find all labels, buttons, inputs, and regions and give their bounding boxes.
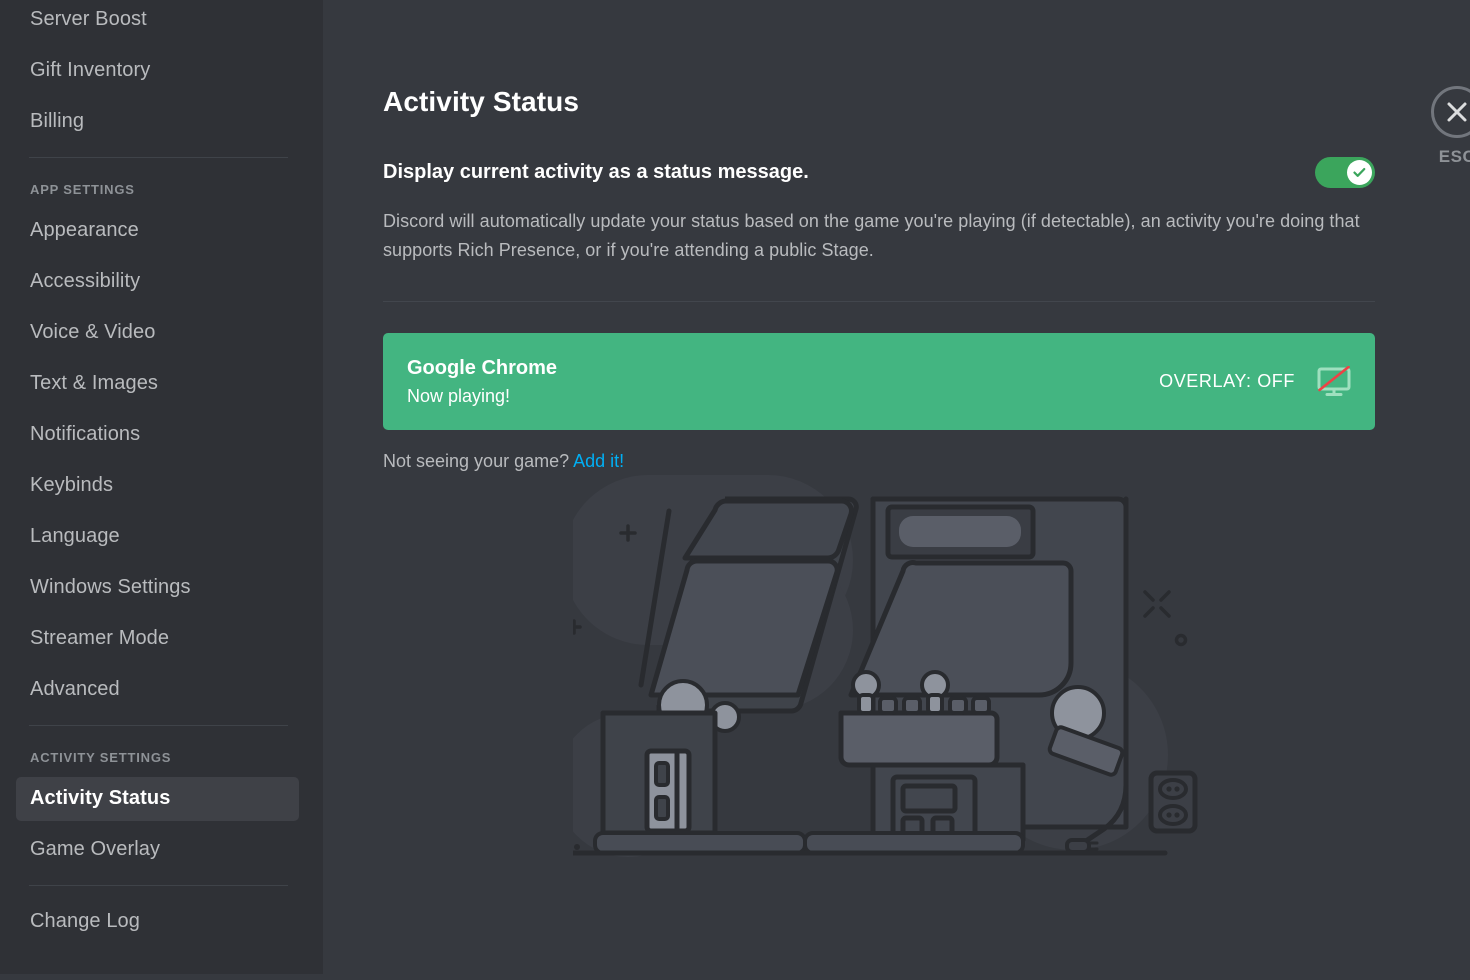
check-icon	[1353, 168, 1366, 177]
overlay-toggle[interactable]: OVERLAY: OFF	[1159, 365, 1351, 398]
sidebar-item-billing[interactable]: Billing	[0, 96, 323, 147]
activity-status-description: Discord will automatically update your s…	[383, 211, 1360, 260]
overlay-label: OVERLAY: OFF	[1159, 371, 1295, 391]
sidebar-item-label: Accessibility	[30, 270, 141, 292]
sidebar-item-label: Voice & Video	[30, 321, 156, 343]
close-settings-button[interactable]: ESC	[1421, 86, 1470, 167]
add-game-row: Not seeing your game? Add it!	[383, 451, 1470, 472]
sidebar-item-label: Keybinds	[30, 474, 114, 496]
close-icon[interactable]	[1431, 86, 1470, 138]
game-info: Google Chrome Now playing!	[407, 356, 557, 408]
settings-sidebar[interactable]: Server Boost Gift Inventory Billing APP SET…	[0, 0, 323, 974]
sidebar-item-label: Billing	[30, 110, 85, 132]
esc-label: ESC	[1438, 147, 1470, 166]
sidebar-group-header: ACTIVITY SETTINGS	[30, 750, 172, 765]
sidebar-item-server-boost[interactable]: Server Boost	[0, 0, 323, 45]
detected-game-card[interactable]: Google Chrome Now playing! OVERLAY: OFF	[383, 333, 1375, 430]
game-name: Google Chrome	[407, 356, 558, 379]
sidebar-item-change-log[interactable]: Change Log	[0, 896, 323, 947]
sidebar-item-label: Change Log	[30, 910, 140, 932]
add-game-prompt: Not seeing your game?	[383, 451, 570, 471]
sidebar-item-label: Streamer Mode	[30, 627, 170, 649]
sidebar-item-notifications[interactable]: Notifications	[0, 409, 323, 460]
arcade-cabinets-illustration	[556, 455, 1213, 875]
sidebar-item-activity-status[interactable]: Activity Status	[0, 773, 323, 824]
sidebar-item-text-images[interactable]: Text & Images	[0, 358, 323, 409]
sidebar-item-label: Windows Settings	[30, 576, 191, 598]
sidebar-item-gift-inventory[interactable]: Gift Inventory	[0, 45, 323, 96]
sidebar-item-label: Gift Inventory	[30, 59, 151, 81]
sidebar-item-label: Language	[30, 525, 120, 547]
page-title: Activity Status	[383, 86, 579, 117]
display-activity-toggle[interactable]	[1315, 157, 1375, 188]
sidebar-item-label: Activity Status	[16, 776, 299, 821]
sidebar-divider	[29, 885, 288, 886]
sidebar-item-label: Game Overlay	[30, 838, 161, 860]
settings-window: Server Boost Gift Inventory Billing APP SET…	[0, 0, 1470, 980]
settings-content: Activity Status Display current activity…	[323, 0, 1470, 980]
monitor-off-icon[interactable]	[1317, 365, 1351, 398]
sidebar-item-label: Appearance	[30, 219, 139, 241]
sidebar-group-header: APP SETTINGS	[30, 182, 135, 197]
sidebar-item-appearance[interactable]: Appearance	[0, 205, 323, 256]
section-divider	[383, 301, 1375, 302]
sidebar-item-label: Text & Images	[30, 372, 159, 394]
toggle-label: Display current activity as a status mes…	[383, 161, 809, 183]
sidebar-item-accessibility[interactable]: Accessibility	[0, 256, 323, 307]
sidebar-item-label: Notifications	[30, 423, 141, 445]
sidebar-item-advanced[interactable]: Advanced	[0, 664, 323, 715]
sidebar-item-label: Server Boost	[30, 8, 147, 30]
toggle-knob	[1347, 160, 1372, 185]
sidebar-item-label: Advanced	[30, 678, 120, 700]
sidebar-divider	[29, 157, 288, 158]
add-game-link[interactable]: Add it!	[573, 451, 624, 471]
sidebar-item-game-overlay[interactable]: Game Overlay	[0, 824, 323, 875]
sidebar-item-keybinds[interactable]: Keybinds	[0, 460, 323, 511]
sidebar-item-windows-settings[interactable]: Windows Settings	[0, 562, 323, 613]
sidebar-divider	[29, 725, 288, 726]
game-status: Now playing!	[407, 385, 511, 406]
sidebar-item-voice-video[interactable]: Voice & Video	[0, 307, 323, 358]
activity-status-toggle-row: Display current activity as a status mes…	[383, 157, 1375, 188]
sidebar-item-streamer-mode[interactable]: Streamer Mode	[0, 613, 323, 664]
sidebar-item-language[interactable]: Language	[0, 511, 323, 562]
